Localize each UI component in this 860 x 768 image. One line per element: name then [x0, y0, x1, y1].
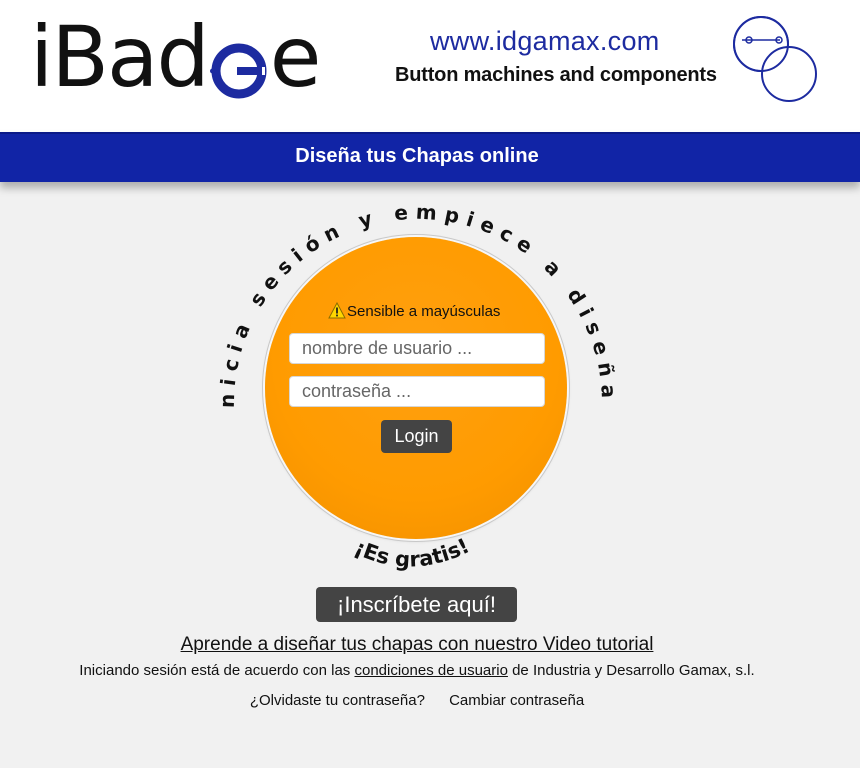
login-button[interactable]: Login — [381, 420, 452, 453]
account-links: ¿Olvidaste tu contraseña? Cambiar contra… — [0, 692, 834, 709]
free-label: ¡Es gratis! — [351, 534, 473, 572]
caps-warning: Sensible a mayúsculas — [328, 301, 501, 323]
g-circle-logo-icon — [209, 26, 268, 116]
terms-notice: Iniciando sesión está de acuerdo con las… — [0, 662, 834, 679]
warning-triangle-icon — [328, 301, 346, 323]
site-url-link[interactable]: www.idgamax.com — [430, 26, 660, 57]
username-input[interactable] — [289, 333, 545, 364]
ibadge-logo[interactable]: iBad e — [30, 12, 321, 102]
video-tutorial-link[interactable]: Aprende a diseñar tus chapas con nuestro… — [0, 634, 834, 656]
change-password-link[interactable]: Cambiar contraseña — [449, 692, 584, 709]
password-input[interactable] — [289, 376, 545, 407]
signup-button[interactable]: ¡Inscríbete aquí! — [316, 587, 517, 622]
button-circles-icon — [733, 16, 817, 102]
site-tagline: Button machines and components — [395, 64, 717, 86]
page-banner: Diseña tus Chapas online — [0, 132, 860, 182]
terms-suffix: de Industria y Desarrollo Gamax, s.l. — [507, 662, 755, 679]
banner-title: Diseña tus Chapas online — [295, 145, 539, 167]
logo-text-start: iBad — [30, 8, 210, 106]
site-header: iBad e www.idgamax.com Button machines a… — [0, 0, 860, 132]
logo-text-end: e — [269, 8, 322, 106]
forgot-password-link[interactable]: ¿Olvidaste tu contraseña? — [250, 692, 425, 709]
terms-prefix: Iniciando sesión está de acuerdo con las — [79, 662, 355, 679]
caps-warning-text: Sensible a mayúsculas — [347, 303, 501, 320]
terms-link[interactable]: condiciones de usuario — [354, 662, 507, 679]
